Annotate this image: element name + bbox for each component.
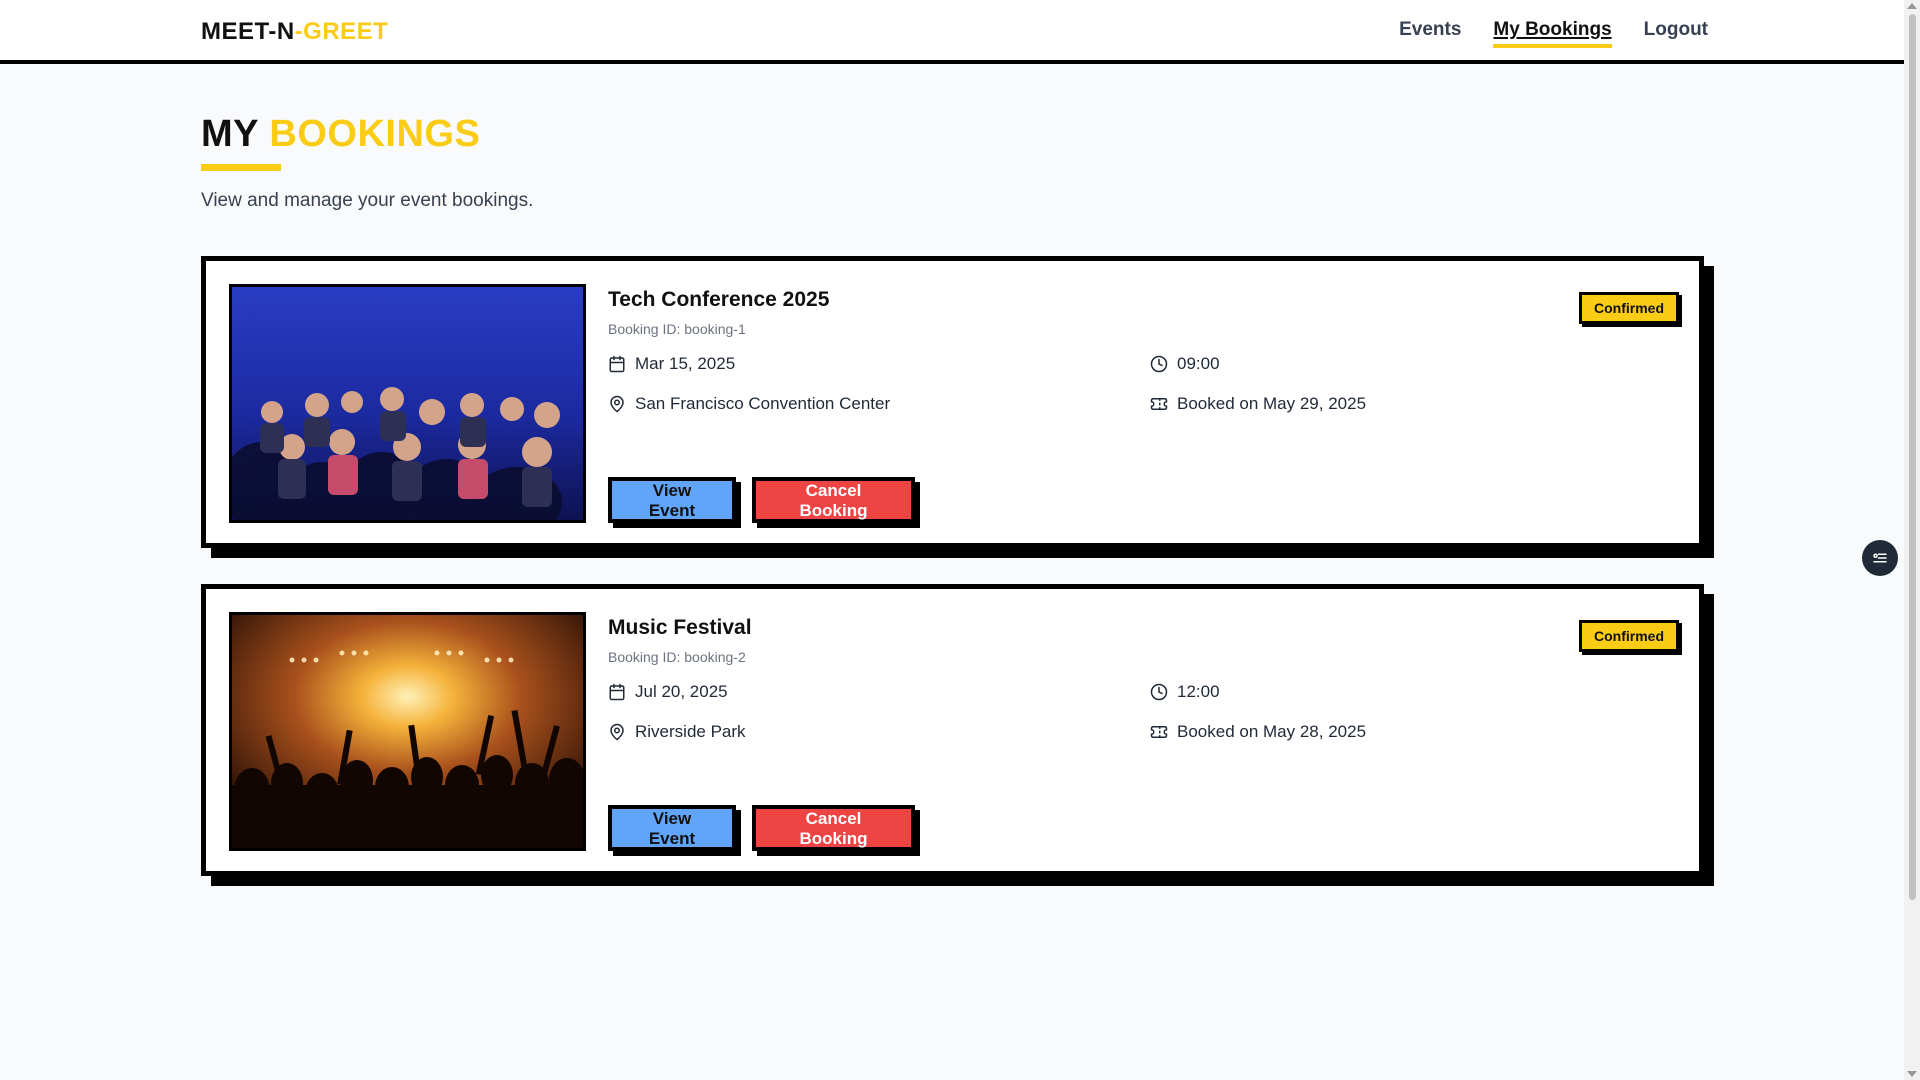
scroll-thumb[interactable] (1909, 14, 1916, 900)
event-time: 09:00 (1150, 354, 1220, 374)
event-date-text: Mar 15, 2025 (635, 354, 736, 373)
view-event-button[interactable]: View Event (608, 477, 736, 523)
page-title-accent: BOOKINGS (269, 113, 481, 155)
event-date-text: Jul 20, 2025 (635, 682, 728, 701)
booking-card: Music Festival Booking ID: booking-2 Jul… (201, 584, 1704, 876)
scroll-up-arrow-icon[interactable] (1907, 3, 1917, 9)
main-nav: Events My Bookings Logout (1399, 19, 1708, 48)
logo-accent: -GREET (294, 18, 389, 45)
nav-events-link[interactable]: Events (1399, 19, 1461, 48)
logo-main: MEET-N (201, 18, 295, 45)
clock-icon (1150, 683, 1168, 701)
ticket-icon (1150, 398, 1168, 410)
event-location: San Francisco Convention Center (608, 394, 890, 414)
event-image (229, 612, 586, 851)
booked-on-text: Booked on May 28, 2025 (1177, 722, 1367, 741)
event-title: Tech Conference 2025 (608, 288, 830, 311)
page-scrollbar[interactable] (1904, 0, 1920, 1080)
booking-card: Tech Conference 2025 Booking ID: booking… (201, 256, 1704, 548)
event-title: Music Festival (608, 616, 752, 639)
status-badge: Confirmed (1579, 620, 1679, 652)
event-location: Riverside Park (608, 722, 746, 742)
scroll-down-arrow-icon[interactable] (1907, 1071, 1917, 1077)
event-image (229, 284, 586, 523)
top-navbar: MEET-N-GREET Events My Bookings Logout (0, 0, 1904, 64)
page-title-main: MY (201, 113, 259, 155)
title-underline (201, 164, 281, 171)
filter-icon (1873, 553, 1887, 563)
event-date: Mar 15, 2025 (608, 354, 735, 374)
logo[interactable]: MEET-N-GREET (201, 18, 388, 46)
calendar-icon (609, 683, 625, 701)
cancel-booking-button[interactable]: Cancel Booking (752, 477, 915, 523)
page-subtitle: View and manage your event bookings. (201, 190, 534, 211)
event-time: 12:00 (1150, 682, 1220, 702)
status-badge: Confirmed (1579, 292, 1679, 324)
booking-id: Booking ID: booking-2 (608, 649, 746, 665)
cancel-booking-button[interactable]: Cancel Booking (752, 805, 915, 851)
event-time-text: 12:00 (1177, 682, 1220, 701)
event-date: Jul 20, 2025 (608, 682, 728, 702)
event-location-text: San Francisco Convention Center (635, 394, 891, 413)
calendar-icon (609, 355, 625, 373)
map-pin-icon (610, 395, 624, 413)
map-pin-icon (610, 723, 624, 741)
booked-on-text: Booked on May 29, 2025 (1177, 394, 1367, 413)
booked-on: Booked on May 28, 2025 (1150, 722, 1366, 742)
ticket-icon (1150, 726, 1168, 738)
event-location-text: Riverside Park (635, 722, 746, 741)
page-title: MY BOOKINGS (201, 113, 480, 156)
clock-icon (1150, 355, 1168, 373)
booking-id: Booking ID: booking-1 (608, 321, 746, 337)
nav-my-bookings-link[interactable]: My Bookings (1493, 19, 1612, 48)
event-time-text: 09:00 (1177, 354, 1220, 373)
booked-on: Booked on May 29, 2025 (1150, 394, 1366, 414)
nav-logout-link[interactable]: Logout (1644, 19, 1708, 48)
floating-filter-button[interactable] (1862, 540, 1898, 576)
view-event-button[interactable]: View Event (608, 805, 736, 851)
